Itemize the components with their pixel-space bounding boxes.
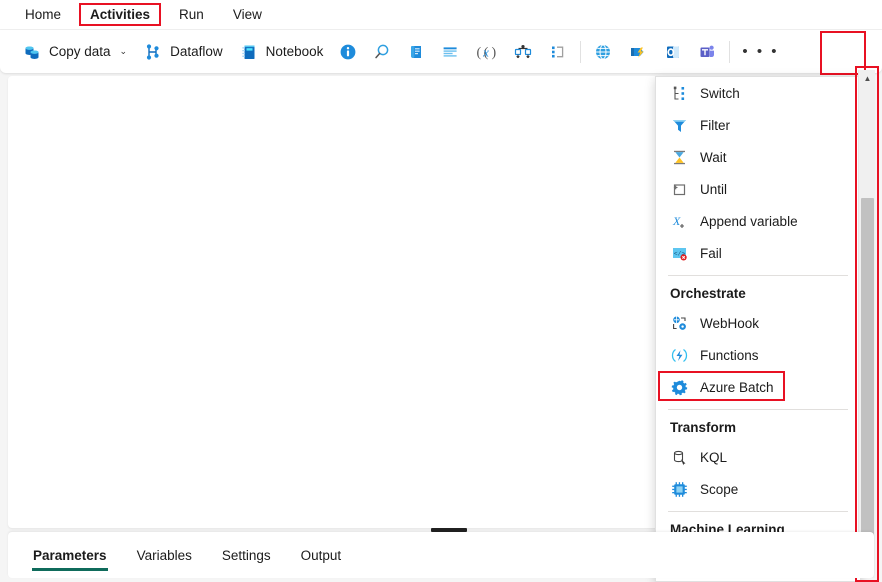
stored-procedure-icon	[440, 42, 460, 62]
menu-item-label: Until	[700, 182, 727, 197]
menu-item-label: Activities	[90, 7, 150, 22]
teams-icon	[697, 42, 717, 62]
menu-item-label: Functions	[700, 348, 759, 363]
menu-item-filter[interactable]: Filter	[656, 109, 860, 141]
fail-icon: </>	[670, 244, 688, 262]
menu-item-fail[interactable]: </> Fail	[656, 237, 860, 269]
search-icon	[372, 42, 392, 62]
details-panel: Parameters Variables Settings Output	[8, 532, 874, 578]
menu-item-label: Home	[25, 7, 61, 22]
set-variable-button[interactable]	[505, 37, 541, 67]
menu-item-kql[interactable]: KQL	[656, 441, 860, 473]
tab-variables[interactable]: Variables	[126, 540, 203, 571]
teams-button[interactable]	[690, 37, 724, 67]
menu-item-append-variable[interactable]: X Append variable	[656, 205, 860, 237]
ribbon-menubar: Home Activities Run View	[0, 0, 882, 30]
menu-item-label: Switch	[700, 86, 740, 101]
append-variable-icon: X	[670, 212, 688, 230]
outlook-icon	[663, 42, 683, 62]
copy-data-icon	[22, 42, 42, 62]
web-button[interactable]	[586, 37, 620, 67]
menu-item-label: Fail	[700, 246, 722, 261]
activities-toolbar: Copy data ⌄ Dataflow	[0, 30, 882, 73]
kql-icon	[670, 448, 688, 466]
toolbar-divider-2	[729, 41, 730, 63]
script-button[interactable]	[399, 37, 433, 67]
functions-icon	[670, 346, 688, 364]
tab-output[interactable]: Output	[290, 540, 353, 571]
webhook-icon	[670, 314, 688, 332]
menu-item-until[interactable]: Until	[656, 173, 860, 205]
menu-section-transform: Transform	[656, 410, 860, 441]
scrollbar-thumb[interactable]	[861, 198, 874, 573]
svg-text:): )	[492, 45, 497, 60]
app-root: Home Activities Run View	[0, 0, 882, 582]
tab-parameters[interactable]: Parameters	[22, 540, 118, 571]
menu-item-scope[interactable]: Scope	[656, 473, 860, 505]
menu-item-webhook[interactable]: WebHook	[656, 307, 860, 339]
copy-data-label: Copy data	[49, 44, 111, 59]
menu-item-functions[interactable]: Functions	[656, 339, 860, 371]
svg-text:X: X	[672, 214, 681, 228]
script-icon	[406, 42, 426, 62]
chevron-down-icon[interactable]: ⌄	[120, 46, 128, 57]
menu-scrollbar[interactable]: ▲ ▼	[858, 70, 875, 578]
info-icon	[338, 42, 358, 62]
dataflow-button[interactable]: Dataflow	[135, 37, 231, 67]
variable-x-icon: ( x ( )	[474, 42, 498, 62]
menu-item-label: Append variable	[700, 214, 798, 229]
if-condition-button[interactable]	[541, 37, 575, 67]
outlook-button[interactable]	[656, 37, 690, 67]
globe-icon	[593, 42, 613, 62]
scrollbar-up-arrow-icon[interactable]: ▲	[859, 70, 876, 87]
activities-overflow-menu: Switch Filter Wait	[655, 76, 861, 582]
menu-section-orchestrate: Orchestrate	[656, 276, 860, 307]
svg-text:(: (	[477, 45, 482, 60]
scope-icon	[670, 480, 688, 498]
svg-text:x: x	[483, 44, 490, 59]
set-variable-x-button[interactable]: ( x ( )	[467, 37, 505, 67]
menu-item-switch[interactable]: Switch	[656, 77, 860, 109]
tab-label: Variables	[137, 548, 192, 563]
switch-icon	[670, 84, 688, 102]
menu-item-run[interactable]: Run	[168, 3, 215, 26]
get-metadata-button[interactable]	[331, 37, 365, 67]
menu-item-label: Azure Batch	[700, 380, 774, 395]
tab-label: Output	[301, 548, 342, 563]
notebook-icon	[239, 42, 259, 62]
azure-function-icon	[627, 42, 649, 62]
tab-settings[interactable]: Settings	[211, 540, 282, 571]
azure-batch-icon	[670, 378, 688, 396]
menu-item-label: Filter	[700, 118, 730, 133]
filter-icon	[670, 116, 688, 134]
tab-label: Settings	[222, 548, 271, 563]
notebook-label: Notebook	[266, 44, 324, 59]
overflow-more-button[interactable]: • • •	[735, 37, 786, 67]
lookup-button[interactable]	[365, 37, 399, 67]
azure-function-button[interactable]	[620, 37, 656, 67]
set-variable-icon	[512, 42, 534, 62]
wait-icon	[670, 148, 688, 166]
menu-item-label: View	[233, 7, 262, 22]
tab-label: Parameters	[33, 548, 107, 563]
copy-data-button[interactable]: Copy data ⌄	[14, 37, 135, 67]
dataflow-icon	[143, 42, 163, 62]
toolbar-divider	[580, 41, 581, 63]
menu-item-label: Wait	[700, 150, 727, 165]
menu-item-activities[interactable]: Activities	[79, 3, 161, 26]
if-condition-icon	[548, 42, 568, 62]
notebook-button[interactable]: Notebook	[231, 37, 332, 67]
dataflow-label: Dataflow	[170, 44, 223, 59]
menu-item-label: Run	[179, 7, 204, 22]
menu-item-azure-batch[interactable]: Azure Batch	[656, 371, 860, 403]
menu-item-label: Scope	[700, 482, 738, 497]
stored-procedure-button[interactable]	[433, 37, 467, 67]
menu-item-label: WebHook	[700, 316, 759, 331]
menu-item-wait[interactable]: Wait	[656, 141, 860, 173]
menu-item-home[interactable]: Home	[14, 3, 72, 26]
until-icon	[670, 180, 688, 198]
menu-item-view[interactable]: View	[222, 3, 273, 26]
ellipsis-icon: • • •	[742, 43, 779, 60]
menu-item-label: KQL	[700, 450, 727, 465]
